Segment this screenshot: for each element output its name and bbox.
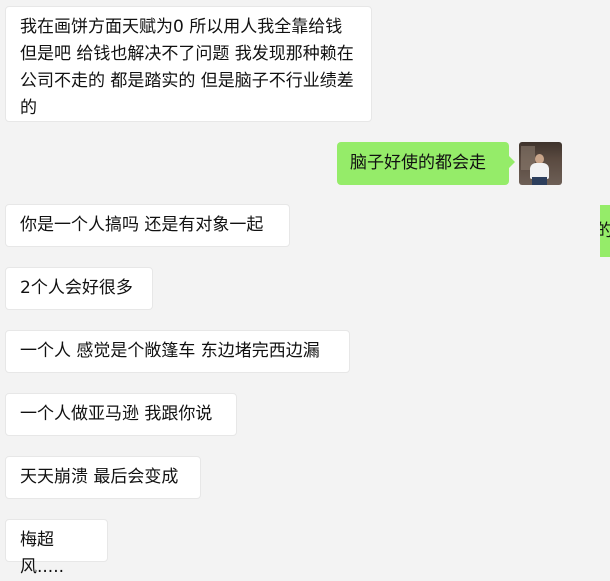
- message-text: 2个人会好很多: [20, 278, 133, 298]
- message-text: 一个人做亚马逊 我跟你说: [20, 404, 213, 424]
- chat-window: 我在画饼方面天赋为0 所以用人我全靠给钱 但是吧 给钱也解决不了问题 我发现那种…: [0, 0, 610, 577]
- message-bubble-incoming[interactable]: 天天崩溃 最后会变成: [5, 456, 201, 499]
- message-text: 天天崩溃 最后会变成: [20, 467, 179, 487]
- partial-message-text: 的: [600, 221, 610, 241]
- avatar-legs: [532, 177, 547, 185]
- message-text: 一个人 感觉是个敞篷车 东边堵完西边漏: [20, 341, 320, 361]
- message-bubble-incoming[interactable]: 一个人做亚马逊 我跟你说: [5, 393, 237, 436]
- user-avatar[interactable]: [519, 142, 562, 185]
- message-bubble-incoming[interactable]: 2个人会好很多: [5, 267, 153, 310]
- message-bubble-outgoing[interactable]: 脑子好使的都会走: [337, 142, 515, 185]
- message-text: 脑子好使的都会走: [350, 153, 486, 173]
- message-text: 我在画饼方面天赋为0 所以用人我全靠给钱 但是吧 给钱也解决不了问题 我发现那种…: [20, 17, 354, 118]
- message-bubble-incoming[interactable]: 一个人 感觉是个敞篷车 东边堵完西边漏: [5, 330, 350, 373]
- message-bubble-incoming[interactable]: 梅超风.....: [5, 519, 108, 577]
- partial-message-bubble[interactable]: 的: [600, 205, 610, 257]
- message-text: 梅超风.....: [20, 530, 65, 577]
- message-bubble-incoming[interactable]: 你是一个人搞吗 还是有对象一起: [5, 204, 290, 247]
- message-text: 你是一个人搞吗 还是有对象一起: [20, 215, 264, 235]
- message-bubble-incoming[interactable]: 我在画饼方面天赋为0 所以用人我全靠给钱 但是吧 给钱也解决不了问题 我发现那种…: [5, 6, 372, 122]
